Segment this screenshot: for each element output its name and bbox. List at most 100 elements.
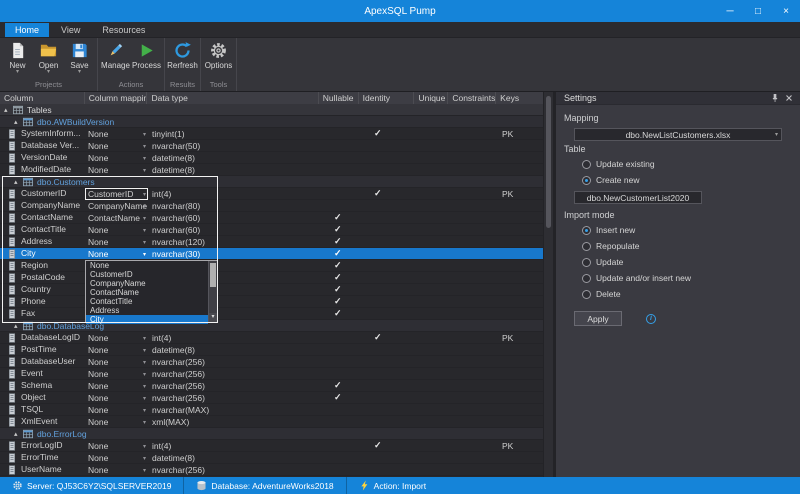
radio-insert-new[interactable]: Insert new bbox=[582, 225, 792, 235]
chevron-down-icon[interactable]: ▾ bbox=[143, 418, 146, 428]
chevron-down-icon[interactable]: ▾ bbox=[143, 238, 146, 248]
column-header-constraints[interactable]: Constraints bbox=[448, 92, 497, 104]
chevron-down-icon[interactable]: ▾ bbox=[143, 130, 146, 140]
column-mapping-cell[interactable]: None ▾ bbox=[85, 248, 148, 260]
grid-row-country[interactable]: Country ✓ bbox=[0, 284, 543, 296]
grid-row-postalcode[interactable]: PostalCode ✓ bbox=[0, 272, 543, 284]
grid-row-region[interactable]: Region ✓ bbox=[0, 260, 543, 272]
close-icon[interactable] bbox=[782, 93, 796, 103]
dropdown-scrollbar[interactable]: ▾ bbox=[208, 261, 217, 322]
maximize-button[interactable]: □ bbox=[744, 0, 772, 22]
grid-row-username[interactable]: UserName None ▾ nvarchar(256) bbox=[0, 464, 543, 476]
dropdown-item-customerid[interactable]: CustomerID bbox=[86, 270, 208, 279]
column-header-column[interactable]: Column bbox=[0, 92, 85, 104]
column-mapping-cell[interactable]: CompanyName ▾ bbox=[85, 200, 148, 212]
radio-create-new[interactable]: Create new bbox=[582, 175, 792, 185]
dropdown-item-none[interactable]: None bbox=[86, 261, 208, 270]
column-mapping-cell[interactable]: None ▾ bbox=[85, 236, 148, 248]
apply-button[interactable]: Apply bbox=[574, 311, 622, 326]
ribbon-options-button[interactable]: Options bbox=[203, 38, 234, 80]
column-header-nullable[interactable]: Nullable bbox=[319, 92, 359, 104]
chevron-down-icon[interactable]: ▾ bbox=[47, 69, 50, 75]
grid-vertical-scrollbar[interactable] bbox=[543, 92, 553, 477]
chevron-down-icon[interactable]: ▾ bbox=[143, 250, 146, 260]
chevron-down-icon[interactable]: ▾ bbox=[143, 226, 146, 236]
tab-resources[interactable]: Resources bbox=[92, 23, 155, 37]
column-mapping-cell[interactable]: None ▾ bbox=[85, 164, 148, 176]
dropdown-item-contacttitle[interactable]: ContactTitle bbox=[86, 297, 208, 306]
column-mapping-cell[interactable]: None ▾ bbox=[85, 452, 148, 464]
dropdown-scroll-down-arrow[interactable]: ▾ bbox=[209, 313, 217, 322]
dropdown-item-address[interactable]: Address bbox=[86, 306, 208, 315]
chevron-down-icon[interactable]: ▾ bbox=[143, 166, 146, 176]
grid-row-address[interactable]: Address None ▾ nvarchar(120) ✓ bbox=[0, 236, 543, 248]
radio-delete[interactable]: Delete bbox=[582, 289, 792, 299]
column-mapping-cell[interactable]: None ▾ bbox=[85, 128, 148, 140]
dropdown-item-companyname[interactable]: CompanyName bbox=[86, 279, 208, 288]
mapping-file-select[interactable]: dbo.NewListCustomers.xlsx ▾ bbox=[574, 128, 782, 141]
column-mapping-cell[interactable]: None ▾ bbox=[85, 152, 148, 164]
column-header-keys[interactable]: Keys bbox=[496, 92, 543, 104]
column-mapping-cell[interactable]: ContactName ▾ bbox=[85, 212, 148, 224]
grid-row-versiondate[interactable]: VersionDate None ▾ datetime(8) bbox=[0, 152, 543, 164]
chevron-down-icon[interactable]: ▾ bbox=[143, 154, 146, 164]
grid-row-databaseuser[interactable]: DatabaseUser None ▾ nvarchar(256) bbox=[0, 356, 543, 368]
grid-row-fax[interactable]: Fax ✓ bbox=[0, 308, 543, 320]
column-mapping-cell[interactable]: None ▾ bbox=[85, 464, 148, 476]
column-mapping-cell[interactable]: None ▾ bbox=[85, 224, 148, 236]
grid-row-tsql[interactable]: TSQL None ▾ nvarchar(MAX) bbox=[0, 404, 543, 416]
column-mapping-cell[interactable]: None ▾ bbox=[85, 140, 148, 152]
ribbon-process-button[interactable]: Process bbox=[131, 38, 162, 80]
grid-row-xmlevent[interactable]: XmlEvent None ▾ xml(MAX) bbox=[0, 416, 543, 428]
grid-row-posttime[interactable]: PostTime None ▾ datetime(8) bbox=[0, 344, 543, 356]
tab-view[interactable]: View bbox=[51, 23, 90, 37]
column-mapping-cell[interactable]: None ▾ bbox=[85, 404, 148, 416]
dropdown-item-city[interactable]: City bbox=[86, 315, 208, 324]
column-mapping-cell[interactable]: None ▾ bbox=[85, 344, 148, 356]
dropdown-item-contactname[interactable]: ContactName bbox=[86, 288, 208, 297]
chevron-down-icon[interactable]: ▾ bbox=[143, 334, 146, 344]
ribbon-manage-button[interactable]: Manage bbox=[100, 38, 131, 80]
column-header-unique[interactable]: Unique bbox=[414, 92, 449, 104]
grid-row-event[interactable]: Event None ▾ nvarchar(256) bbox=[0, 368, 543, 380]
radio-repopulate[interactable]: Repopulate bbox=[582, 241, 792, 251]
chevron-down-icon[interactable]: ▾ bbox=[143, 406, 146, 416]
chevron-down-icon[interactable]: ▾ bbox=[143, 466, 146, 476]
grid-row-database-ver[interactable]: Database Ver... None ▾ nvarchar(50) bbox=[0, 140, 543, 152]
ribbon-open-button[interactable]: Open ▾ bbox=[33, 38, 64, 80]
grid-row-companyname[interactable]: CompanyName CompanyName ▾ nvarchar(80) bbox=[0, 200, 543, 212]
column-header-data-type[interactable]: Data type bbox=[147, 92, 319, 104]
column-mapping-cell[interactable]: None ▾ bbox=[85, 368, 148, 380]
info-icon[interactable]: i bbox=[646, 313, 656, 324]
ribbon-rerfresh-button[interactable]: Rerfresh bbox=[167, 38, 198, 80]
table-group-row-dbo-errorlog[interactable]: ▴ dbo.ErrorLog bbox=[0, 428, 543, 440]
column-mapping-cell[interactable]: None ▾ bbox=[85, 332, 148, 344]
chevron-down-icon[interactable]: ▾ bbox=[143, 370, 146, 380]
grid-row-customerid[interactable]: CustomerID CustomerID ▾ int(4) ✓ PK bbox=[0, 187, 543, 200]
column-header-column-mapping[interactable]: Column mapping bbox=[85, 92, 148, 104]
chevron-down-icon[interactable]: ▾ bbox=[143, 142, 146, 152]
chevron-down-icon[interactable]: ▾ bbox=[143, 346, 146, 356]
grid-row-contactname[interactable]: ContactName ContactName ▾ nvarchar(60) ✓ bbox=[0, 212, 543, 224]
close-button[interactable]: × bbox=[772, 0, 800, 22]
pin-icon[interactable] bbox=[768, 93, 782, 103]
column-mapping-cell[interactable]: CustomerID ▾ bbox=[85, 187, 148, 200]
ribbon-new-button[interactable]: New ▾ bbox=[2, 38, 33, 80]
table-group-row-dbo-customers[interactable]: ▴ dbo.Customers bbox=[0, 176, 543, 188]
table-group-row-dbo-awbuildversion[interactable]: ▴ dbo.AWBuildVersion bbox=[0, 116, 543, 128]
grid-row-errortime[interactable]: ErrorTime None ▾ datetime(8) bbox=[0, 452, 543, 464]
chevron-down-icon[interactable]: ▾ bbox=[143, 442, 146, 452]
column-mapping-cell[interactable]: None ▾ bbox=[85, 356, 148, 368]
grid-row-object[interactable]: Object None ▾ nvarchar(256) ✓ bbox=[0, 392, 543, 404]
radio-update-and-or-insert-new[interactable]: Update and/or insert new bbox=[582, 273, 792, 283]
minimize-button[interactable]: ─ bbox=[716, 0, 744, 22]
chevron-down-icon[interactable]: ▾ bbox=[78, 69, 81, 75]
column-mapping-cell[interactable]: None ▾ bbox=[85, 392, 148, 404]
radio-update[interactable]: Update bbox=[582, 257, 792, 267]
grid-row-systeminform[interactable]: SystemInform... None ▾ tinyint(1) ✓ PK bbox=[0, 128, 543, 140]
tables-root-row[interactable]: ▴ Tables bbox=[0, 104, 543, 116]
column-mapping-cell[interactable]: None ▾ bbox=[85, 440, 148, 452]
column-mapping-cell[interactable]: None ▾ bbox=[85, 416, 148, 428]
ribbon-save-button[interactable]: Save ▾ bbox=[64, 38, 95, 80]
chevron-down-icon[interactable]: ▾ bbox=[143, 214, 146, 224]
